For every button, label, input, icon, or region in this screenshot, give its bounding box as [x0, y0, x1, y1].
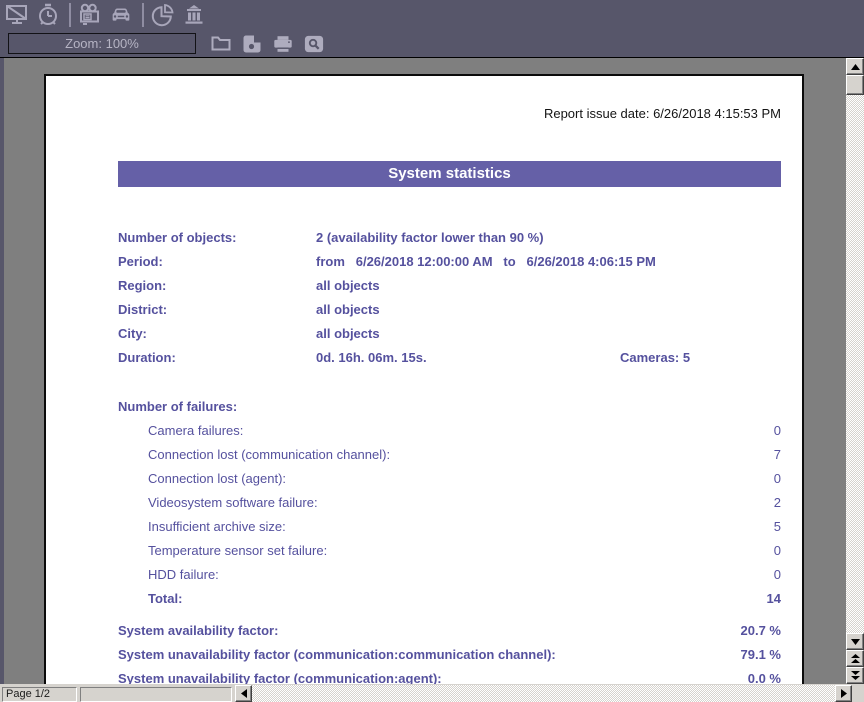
failure-row: Insufficient archive size: 5 — [118, 515, 781, 539]
zoom-level-indicator[interactable]: Zoom: 100% — [8, 33, 196, 54]
field-value: all objects — [316, 274, 380, 298]
info-row: District: all objects — [118, 298, 781, 322]
failure-label: Connection lost (communication channel): — [148, 443, 390, 467]
failure-row: Temperature sensor set failure: 0 — [118, 539, 781, 563]
pie-chart-icon[interactable] — [150, 2, 176, 28]
next-page-button[interactable] — [846, 667, 864, 684]
preview-pane: Report issue date: 6/26/2018 4:15:53 PM … — [0, 57, 864, 684]
vertical-scrollbar-track[interactable] — [846, 95, 864, 633]
cameras-count: Cameras: 5 — [620, 346, 690, 370]
field-label: Number of objects: — [118, 226, 316, 250]
scroll-up-button[interactable] — [846, 58, 864, 75]
scroll-down-button[interactable] — [846, 633, 864, 650]
info-row: Region: all objects — [118, 274, 781, 298]
bar-chart-icon[interactable] — [181, 2, 207, 28]
failure-value: 5 — [774, 515, 781, 539]
car-icon[interactable] — [108, 2, 134, 28]
failure-value: 0 — [774, 539, 781, 563]
film-projector-icon[interactable] — [77, 2, 103, 28]
failure-label: HDD failure: — [148, 563, 219, 587]
page-indicator: Page 1/2 — [2, 687, 77, 702]
report-preview-window: Zoom: 100% — [0, 0, 864, 702]
report-page: Report issue date: 6/26/2018 4:15:53 PM … — [44, 74, 804, 684]
field-label: Period: — [118, 250, 316, 274]
total-label: Total: — [148, 587, 182, 611]
main-toolbar — [0, 0, 864, 30]
zoom-level-label: Zoom: 100% — [65, 36, 139, 51]
failure-label: Camera failures: — [148, 419, 243, 443]
field-value: all objects — [316, 298, 380, 322]
failures-total-row: Total: 14 — [118, 587, 781, 611]
alarm-clock-icon[interactable] — [35, 2, 61, 28]
failure-value: 7 — [774, 443, 781, 467]
toolbar-separator — [142, 3, 144, 27]
scroll-right-button[interactable] — [835, 685, 852, 702]
monitor-off-icon[interactable] — [4, 2, 30, 28]
summary-label: System availability factor: — [118, 619, 278, 643]
field-value: 2 (availability factor lower than 90 %) — [316, 226, 544, 250]
field-label: Duration: — [118, 346, 316, 370]
info-row: City: all objects — [118, 322, 781, 346]
horizontal-scrollbar[interactable] — [235, 685, 852, 702]
failure-value: 0 — [774, 419, 781, 443]
failures-block: Camera failures: 0 Connection lost (comm… — [118, 419, 781, 611]
failure-row: HDD failure: 0 — [118, 563, 781, 587]
report-info-block: Number of objects: 2 (availability facto… — [118, 226, 781, 370]
field-label: Region: — [118, 274, 316, 298]
report-title-bar: System statistics — [118, 161, 781, 187]
preview-toolbar: Zoom: 100% — [0, 30, 864, 57]
save-icon[interactable] — [241, 33, 263, 55]
total-value: 14 — [767, 587, 781, 611]
failure-value: 0 — [774, 467, 781, 491]
summary-value: 0.0 % — [748, 667, 781, 684]
field-value: 0d. 16h. 06m. 15s. — [316, 346, 427, 370]
failure-row: Connection lost (agent): 0 — [118, 467, 781, 491]
previous-page-button[interactable] — [846, 650, 864, 667]
status-bar-filler — [852, 684, 864, 702]
field-label: City: — [118, 322, 316, 346]
vertical-scrollbar[interactable] — [846, 58, 864, 684]
failure-label: Temperature sensor set failure: — [148, 539, 327, 563]
summary-label: System unavailability factor (communicat… — [118, 643, 556, 667]
status-bar: Page 1/2 — [0, 684, 864, 702]
status-panel — [80, 687, 232, 702]
report-title: System statistics — [388, 165, 511, 182]
summary-row: System availability factor: 20.7 % — [118, 619, 781, 643]
info-row: Duration: 0d. 16h. 06m. 15s. Cameras: 5 — [118, 346, 781, 370]
failure-row: Videosystem software failure: 2 — [118, 491, 781, 515]
vertical-scrollbar-thumb[interactable] — [846, 75, 864, 95]
search-icon[interactable] — [303, 33, 325, 55]
summary-row: System unavailability factor (communicat… — [118, 643, 781, 667]
summary-label: System unavailability factor (communicat… — [118, 667, 442, 684]
failure-row: Camera failures: 0 — [118, 419, 781, 443]
field-label: District: — [118, 298, 316, 322]
preview-canvas: Report issue date: 6/26/2018 4:15:53 PM … — [4, 58, 846, 684]
summary-value: 79.1 % — [741, 643, 781, 667]
field-value: all objects — [316, 322, 380, 346]
print-icon[interactable] — [272, 33, 294, 55]
open-folder-icon[interactable] — [210, 33, 232, 55]
horizontal-scrollbar-track[interactable] — [252, 685, 835, 702]
failure-label: Insufficient archive size: — [148, 515, 286, 539]
failures-heading: Number of failures: — [118, 395, 781, 419]
info-row: Period: from 6/26/2018 12:00:00 AM to 6/… — [118, 250, 781, 274]
page-indicator-label: Page 1/2 — [6, 688, 50, 700]
failure-label: Connection lost (agent): — [148, 467, 286, 491]
info-row: Number of objects: 2 (availability facto… — [118, 226, 781, 250]
report-issue-date: Report issue date: 6/26/2018 4:15:53 PM — [118, 106, 781, 122]
summary-block: System availability factor: 20.7 % Syste… — [118, 619, 781, 684]
summary-row: System unavailability factor (communicat… — [118, 667, 781, 684]
summary-value: 20.7 % — [741, 619, 781, 643]
toolbar-separator — [69, 3, 71, 27]
failure-row: Connection lost (communication channel):… — [118, 443, 781, 467]
report-content: Report issue date: 6/26/2018 4:15:53 PM … — [118, 106, 781, 684]
failure-value: 2 — [774, 491, 781, 515]
scroll-left-button[interactable] — [235, 685, 252, 702]
field-value: from 6/26/2018 12:00:00 AM to 6/26/2018 … — [316, 250, 656, 274]
failure-label: Videosystem software failure: — [148, 491, 318, 515]
failure-value: 0 — [774, 563, 781, 587]
